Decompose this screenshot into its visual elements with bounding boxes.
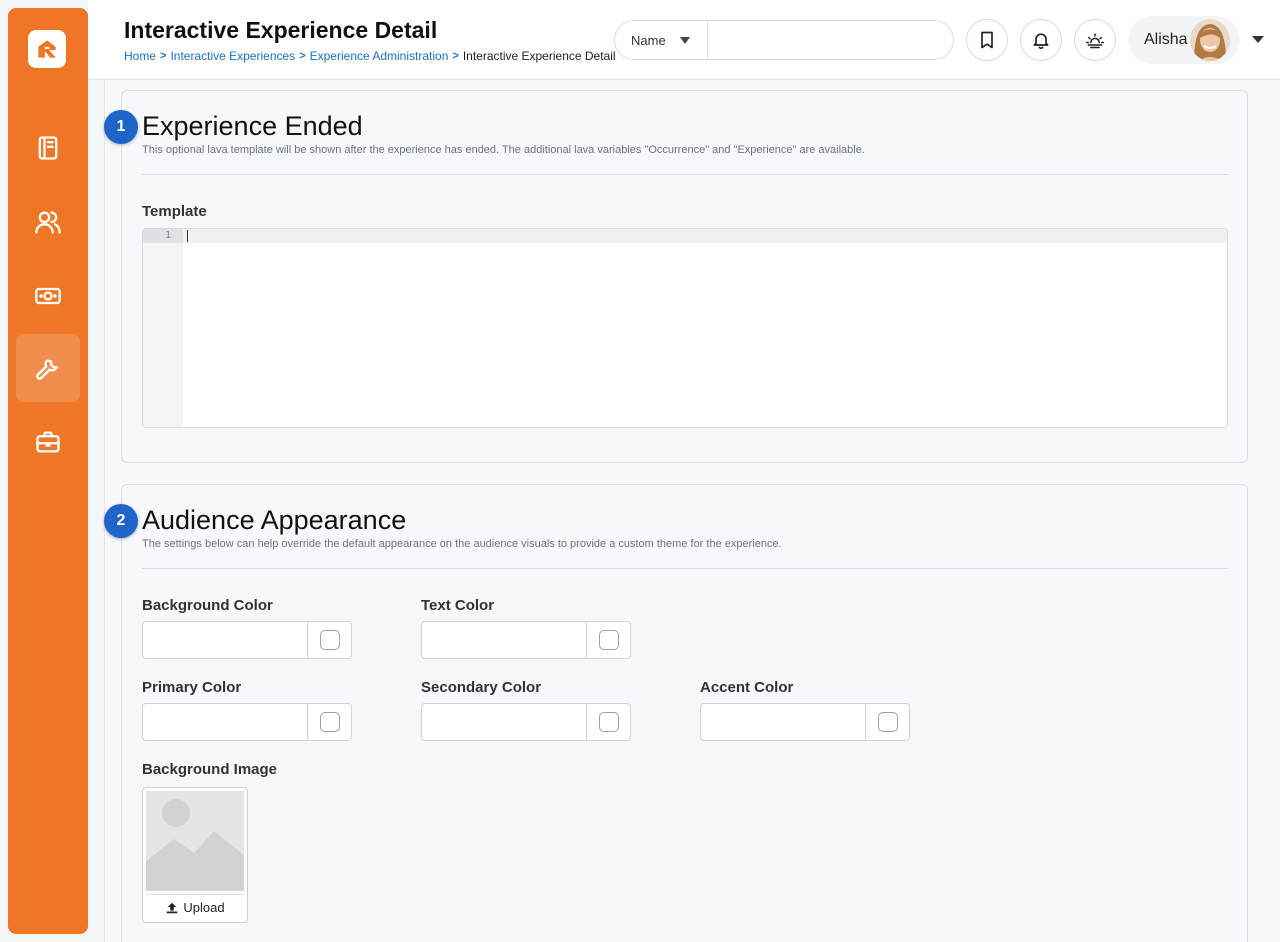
search-bar: Name (614, 20, 954, 60)
color-swatch-icon (598, 712, 619, 732)
avatar (1190, 19, 1230, 61)
background-color-label: Background Color (142, 597, 273, 614)
accent-color-swatch-button[interactable] (865, 704, 909, 740)
section-title: Experience Ended (142, 111, 363, 141)
sidebar-item-people[interactable] (16, 188, 80, 256)
active-line (183, 229, 1227, 243)
primary-color-input[interactable] (143, 704, 307, 740)
text-color-picker (421, 621, 631, 659)
template-label: Template (142, 203, 207, 220)
text-cursor (187, 230, 188, 242)
primary-color-swatch-button[interactable] (307, 704, 351, 740)
notifications-button[interactable] (1020, 19, 1062, 61)
bookmark-button[interactable] (966, 19, 1008, 61)
text-color-input[interactable] (422, 622, 586, 658)
background-color-input[interactable] (143, 622, 307, 658)
user-menu-caret-icon[interactable] (1252, 36, 1264, 43)
secondary-color-picker (421, 703, 631, 741)
image-placeholder-icon (146, 791, 244, 891)
audience-appearance-card: 2 Audience Appearance The settings below… (104, 484, 1248, 942)
background-color-swatch-button[interactable] (307, 622, 351, 658)
text-color-swatch-button[interactable] (586, 622, 630, 658)
sunrise-icon (1085, 33, 1105, 49)
divider (142, 174, 1228, 175)
user-name: Alisha (1144, 31, 1188, 48)
secondary-color-swatch-button[interactable] (586, 704, 630, 740)
upload-icon (167, 902, 178, 913)
color-swatch-icon (877, 712, 898, 732)
breadcrumb-experience-administration[interactable]: Experience Administration (310, 49, 449, 63)
color-swatch-icon (319, 712, 340, 732)
accent-color-picker (700, 703, 910, 741)
section-description: The settings below can help override the… (142, 538, 782, 550)
main-content: 1 Experience Ended This optional lava te… (104, 80, 1280, 942)
wrench-icon (36, 359, 59, 380)
breadcrumb-current: Interactive Experience Detail (462, 49, 616, 63)
line-number-gutter (143, 229, 183, 427)
upload-label: Upload (183, 900, 225, 915)
experience-ended-card: 1 Experience Ended This optional lava te… (104, 90, 1248, 463)
color-swatch-icon (598, 630, 619, 650)
book-icon (38, 136, 58, 160)
sidebar (8, 8, 88, 934)
bookmark-icon (981, 31, 993, 49)
chevron-right-icon: > (160, 50, 167, 62)
divider (142, 568, 1228, 569)
caret-down-icon (679, 36, 690, 44)
breadcrumb: Home > Interactive Experiences > Experie… (124, 49, 616, 63)
section-description: This optional lava template will be show… (142, 144, 865, 156)
chevron-right-icon: > (452, 50, 459, 62)
user-menu[interactable]: Alisha (1128, 16, 1240, 64)
search-type-dropdown[interactable]: Name (615, 21, 708, 59)
theme-toggle-button[interactable] (1074, 19, 1116, 61)
sidebar-item-tools[interactable] (16, 408, 80, 476)
people-icon (35, 211, 61, 234)
bell-icon (1033, 33, 1049, 50)
secondary-color-input[interactable] (422, 704, 586, 740)
section-badge-1: 1 (104, 110, 138, 144)
chevron-right-icon: > (299, 50, 306, 62)
primary-color-label: Primary Color (142, 679, 242, 696)
sidebar-item-book[interactable] (16, 114, 80, 182)
page-title: Interactive Experience Detail (124, 17, 438, 43)
search-type-label: Name (631, 32, 666, 48)
breadcrumb-home[interactable]: Home (124, 49, 156, 63)
section-badge-2: 2 (104, 504, 138, 538)
briefcase-icon (36, 431, 60, 453)
line-number: 1 (143, 229, 183, 243)
background-color-picker (142, 621, 352, 659)
secondary-color-label: Secondary Color (421, 679, 542, 696)
sidebar-item-finance[interactable] (16, 262, 80, 330)
rock-logo-icon[interactable] (28, 30, 66, 68)
section-title: Audience Appearance (142, 505, 407, 535)
primary-color-picker (142, 703, 352, 741)
template-code-editor[interactable]: 1 (142, 228, 1228, 428)
accent-color-label: Accent Color (700, 679, 794, 696)
text-color-label: Text Color (421, 597, 495, 614)
search-input[interactable] (708, 21, 953, 59)
page-header: Interactive Experience Detail Home > Int… (88, 0, 1280, 80)
breadcrumb-interactive-experiences[interactable]: Interactive Experiences (170, 49, 295, 63)
sidebar-item-admin-tools[interactable] (16, 334, 80, 402)
background-image-uploader: Upload (142, 787, 248, 923)
money-icon (35, 287, 61, 305)
color-swatch-icon (319, 630, 340, 650)
background-image-label: Background Image (142, 761, 278, 778)
upload-button[interactable]: Upload (146, 894, 244, 920)
accent-color-input[interactable] (701, 704, 865, 740)
